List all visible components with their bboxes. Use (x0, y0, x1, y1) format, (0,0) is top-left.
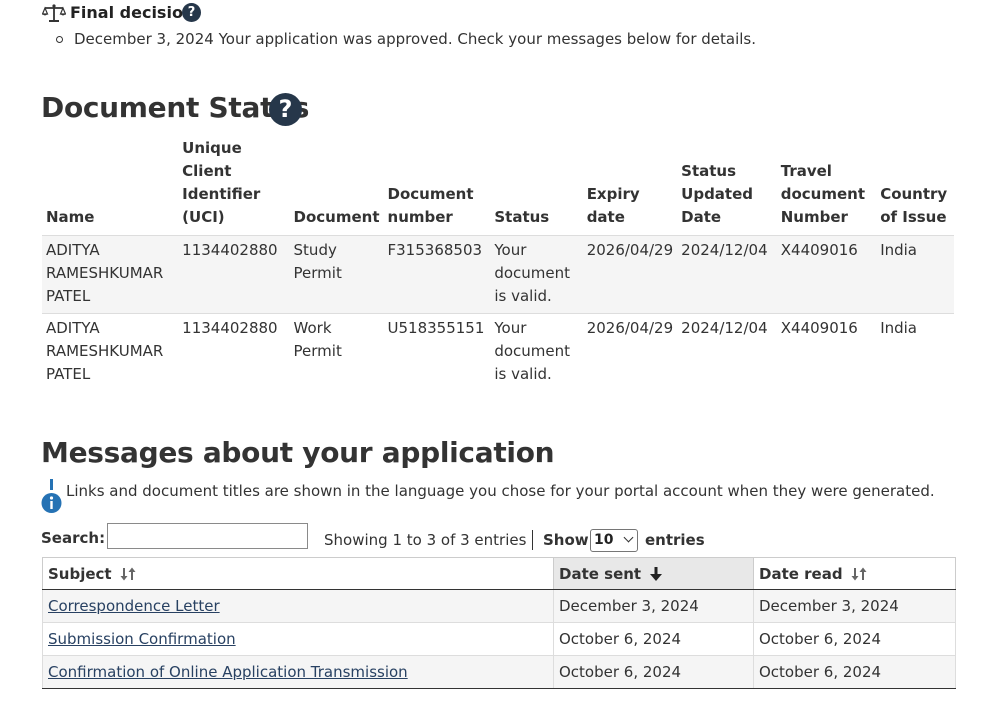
table-cell: Work Permit (293, 319, 342, 360)
column-header-subject[interactable]: Subject (42, 557, 554, 590)
table-cell: Study Permit (289, 235, 384, 314)
message-link[interactable]: Correspondence Letter (48, 597, 220, 615)
question-circle-icon[interactable]: ? (182, 3, 201, 22)
final-decision-item: December 3, 2024 Your application was ap… (74, 30, 756, 48)
column-header-date-read[interactable]: Date read (753, 557, 956, 590)
info-message: Links and document titles are shown in t… (66, 482, 935, 500)
column-header-label: Date sent (559, 564, 642, 583)
date-read-cell: December 3, 2024 (753, 589, 956, 623)
date-sent-cell: December 3, 2024 (553, 589, 754, 623)
table-cell: F315368503 (383, 235, 491, 314)
table-row: Submission Confirmation October 6, 2024 … (42, 622, 956, 656)
column-header: Document (289, 137, 384, 236)
column-header: Document number (383, 137, 491, 236)
column-header: Expiry date (582, 137, 678, 236)
message-link[interactable]: Confirmation of Online Application Trans… (48, 663, 408, 681)
date-sent-cell: October 6, 2024 (553, 655, 754, 689)
final-decision-text: Your application was approved. Check you… (218, 30, 757, 48)
show-label: Show (543, 531, 589, 549)
column-header-date-sent[interactable]: Date sent (553, 557, 754, 590)
info-icon (41, 479, 62, 513)
table-header-row: Subject Date sent Date read (42, 557, 956, 590)
chevron-down-icon (623, 532, 634, 543)
date-read-cell: October 6, 2024 (753, 622, 956, 656)
divider (532, 530, 533, 550)
table-cell: 2024/12/04 (681, 319, 768, 337)
table-cell: 1134402880 (182, 319, 278, 337)
arrow-down-icon (650, 567, 663, 581)
messages-table: Subject Date sent Date read Corresponden… (42, 557, 956, 689)
message-link[interactable]: Submission Confirmation (48, 630, 236, 648)
search-label: Search: (41, 529, 106, 547)
table-cell: Your document is valid. (494, 319, 571, 383)
showing-entries-info: Showing 1 to 3 of 3 entries (324, 531, 527, 549)
table-cell: 2026/04/29 (582, 235, 678, 314)
messages-heading: Messages about your application (41, 436, 555, 469)
column-header-label: Subject (48, 564, 112, 583)
sort-icon (851, 567, 867, 581)
table-row: Correspondence Letter December 3, 2024 D… (42, 589, 956, 623)
table-row: ADITYA RAMESHKUMAR PATEL 1134402880 Work… (42, 314, 954, 392)
question-circle-icon[interactable]: ? (269, 93, 302, 126)
list-bullet (56, 36, 63, 43)
table-cell: ADITYA RAMESHKUMAR PATEL (42, 235, 179, 314)
subject-cell: Confirmation of Online Application Trans… (42, 655, 554, 689)
subject-cell: Correspondence Letter (42, 589, 554, 623)
entries-label: entries (645, 531, 705, 549)
table-cell: X4409016 (776, 235, 877, 314)
table-cell: India (880, 319, 917, 337)
table-row: ADITYA RAMESHKUMAR PATEL 1134402880 Stud… (42, 235, 954, 314)
table-cell: 1134402880 (178, 235, 290, 314)
column-header: Unique Client Identifier (UCI) (178, 137, 290, 236)
table-cell: X4409016 (780, 319, 858, 337)
column-header: Travel document Number (776, 137, 877, 236)
column-header-label: Date read (759, 564, 843, 583)
table-cell: 2024/12/04 (677, 235, 777, 314)
table-cell: U518355151 (387, 319, 485, 337)
column-header: Country of Issue (876, 137, 954, 236)
document-status-table: Name Unique Client Identifier (UCI) Docu… (42, 137, 954, 391)
date-sent-cell: October 6, 2024 (553, 622, 754, 656)
sort-icon (120, 567, 136, 581)
subject-cell: Submission Confirmation (42, 622, 554, 656)
scale-balance-icon (42, 4, 66, 22)
entries-length-select[interactable]: 10 (590, 529, 638, 552)
date-read-cell: October 6, 2024 (753, 655, 956, 689)
table-cell: India (876, 235, 954, 314)
final-decision-title: Final decision (70, 3, 195, 22)
search-input[interactable] (107, 523, 308, 549)
entries-length-value: 10 (594, 532, 614, 548)
table-cell: Your document is valid. (490, 235, 583, 314)
table-cell: ADITYA RAMESHKUMAR PATEL (46, 319, 164, 383)
table-header-row: Name Unique Client Identifier (UCI) Docu… (42, 137, 954, 236)
column-header: Name (42, 137, 179, 236)
final-decision-date: December 3, 2024 (74, 30, 214, 48)
column-header: Status Updated Date (677, 137, 777, 236)
table-row: Confirmation of Online Application Trans… (42, 655, 956, 689)
table-cell: 2026/04/29 (586, 319, 674, 337)
column-header: Status (490, 137, 583, 236)
